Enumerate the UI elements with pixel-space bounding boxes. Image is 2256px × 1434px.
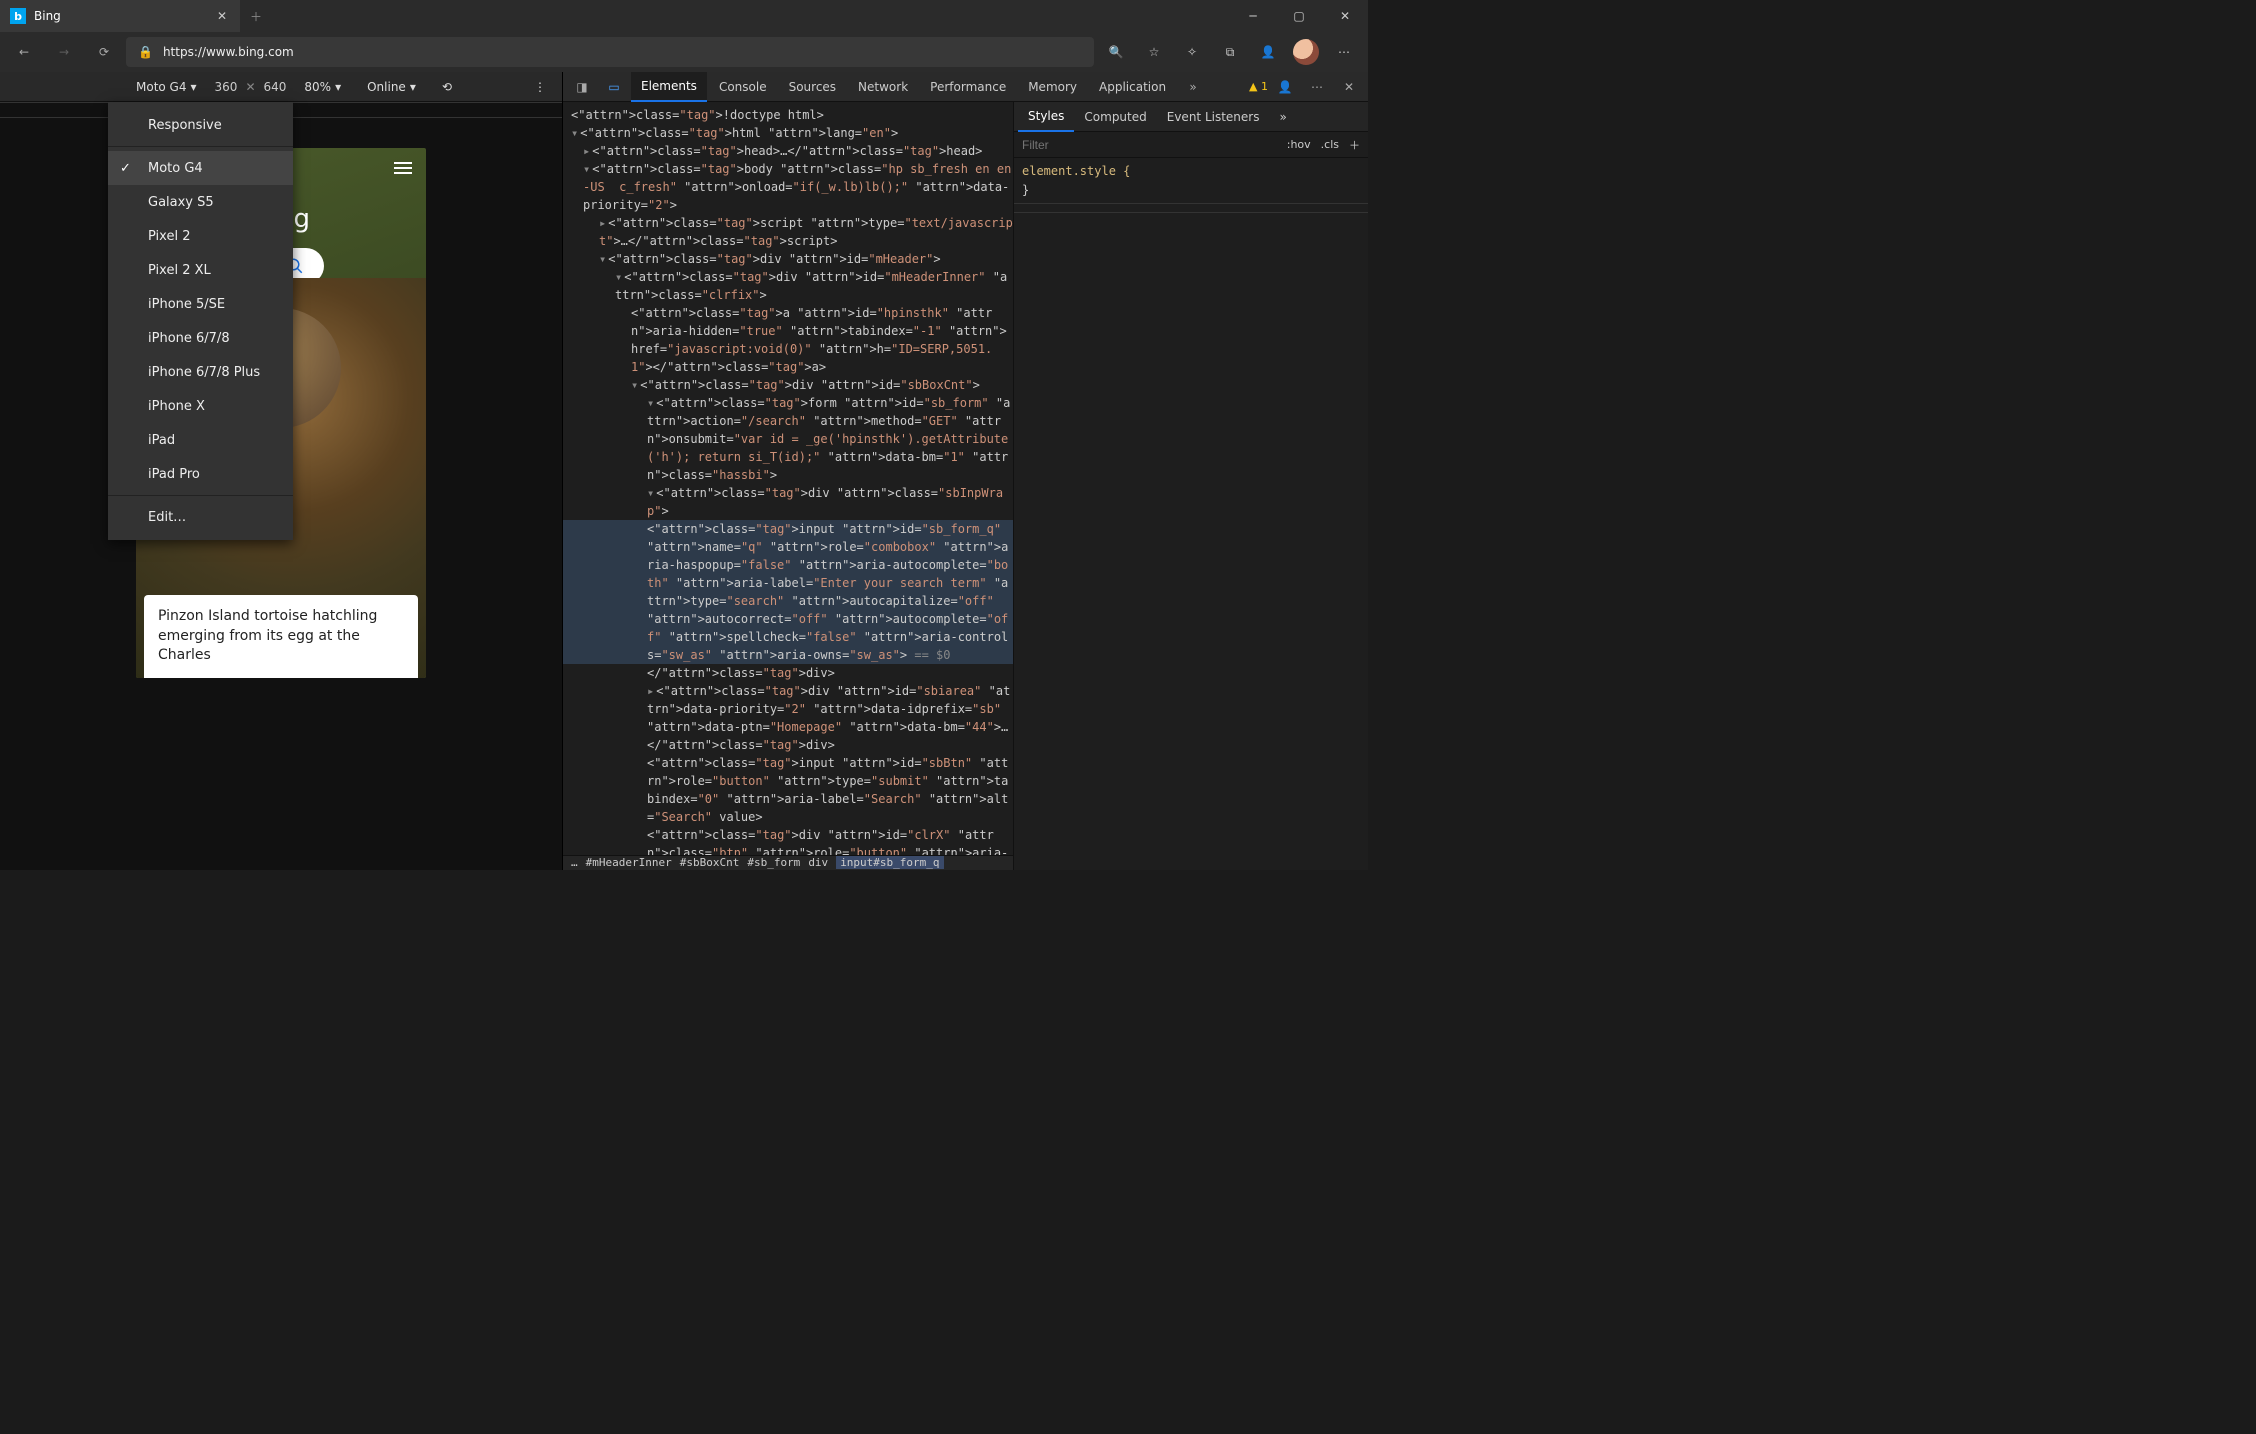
device-toolbar: Moto G4 ▾ 360 ✕ 640 80% ▾ Online ▾ ⟲ ⋮ R… [0,72,562,102]
viewport-width[interactable]: 360 [215,80,238,94]
check-icon: ✓ [120,161,131,176]
styles-tabs: Styles Computed Event Listeners » [1014,102,1368,132]
feedback-icon[interactable]: 👤 [1270,72,1300,102]
device-option-responsive[interactable]: Responsive [108,108,293,142]
device-mode-icon[interactable]: ▭ [599,72,629,102]
hov-toggle[interactable]: :hov [1287,138,1311,151]
window-maximize-icon[interactable]: ▢ [1276,0,1322,32]
device-select[interactable]: Moto G4 ▾ [128,78,205,96]
warnings-badge[interactable]: ▲ 1 [1249,80,1268,93]
cls-toggle[interactable]: .cls [1321,138,1339,151]
tab-title: Bing [34,9,206,23]
devtools-close-icon[interactable]: ✕ [1334,72,1364,102]
new-tab-button[interactable]: ＋ [240,0,272,32]
window-titlebar: b Bing ✕ ＋ ─ ▢ ✕ [0,0,1368,32]
address-bar: ← → ⟳ 🔒 https://www.bing.com 🔍 ☆ ✧ ⧉ 👤 ⋯ [0,32,1368,72]
styles-list[interactable]: element.style {}</span><div><span class=… [1014,158,1368,870]
inspect-icon[interactable]: ◨ [567,72,597,102]
elements-tree[interactable]: <"attrn">class="tag">!doctype html><"att… [563,102,1013,855]
rotate-icon[interactable]: ⟲ [434,78,460,96]
url-input[interactable]: 🔒 https://www.bing.com [126,37,1094,67]
nav-back-icon[interactable]: ← [6,34,42,70]
device-option-iphone-x[interactable]: iPhone X [108,389,293,423]
nav-forward-icon[interactable]: → [46,34,82,70]
tab-console[interactable]: Console [709,72,777,102]
tab-network[interactable]: Network [848,72,918,102]
throttling-select[interactable]: Online ▾ [359,78,424,96]
tab-event-listeners[interactable]: Event Listeners [1157,102,1270,132]
tab-favicon: b [10,8,26,24]
device-option-ipad[interactable]: iPad [108,423,293,457]
tab-elements[interactable]: Elements [631,72,707,102]
device-option-galaxy-s5[interactable]: Galaxy S5 [108,185,293,219]
tab-close-icon[interactable]: ✕ [214,8,230,24]
window-minimize-icon[interactable]: ─ [1230,0,1276,32]
device-option-pixel-2[interactable]: Pixel 2 [108,219,293,253]
reading-icon[interactable]: 👤 [1250,34,1286,70]
collections-icon[interactable]: ⧉ [1212,34,1248,70]
new-style-rule-icon[interactable]: ＋ [1349,137,1360,153]
nav-refresh-icon[interactable]: ⟳ [86,34,122,70]
tab-application[interactable]: Application [1089,72,1176,102]
window-close-icon[interactable]: ✕ [1322,0,1368,32]
more-icon[interactable]: ⋯ [1326,34,1362,70]
lock-icon: 🔒 [138,45,153,59]
device-toolbar-more-icon[interactable]: ⋮ [526,78,554,96]
image-caption: Pinzon Island tortoise hatchling emergin… [144,595,418,678]
tab-performance[interactable]: Performance [920,72,1016,102]
elements-breadcrumb[interactable]: … #mHeaderInner #sbBoxCnt #sb_form div i… [563,855,1013,870]
device-option-pixel-2-xl[interactable]: Pixel 2 XL [108,253,293,287]
device-option-edit[interactable]: Edit… [108,500,293,534]
styles-tabs-more-icon[interactable]: » [1269,102,1296,132]
device-option-iphone-678[interactable]: iPhone 6/7/8 [108,321,293,355]
device-option-moto-g4[interactable]: ✓ Moto G4 [108,151,293,185]
settings-icon[interactable]: ⋯ [1302,72,1332,102]
device-dropdown: Responsive ✓ Moto G4 Galaxy S5 Pixel 2 P… [108,102,293,540]
favorite-icon[interactable]: ☆ [1136,34,1172,70]
viewport-height[interactable]: 640 [264,80,287,94]
devtools-tabs: ◨ ▭ Elements Console Sources Network Per… [563,72,1368,102]
tab-styles[interactable]: Styles [1018,102,1074,132]
zoom-icon[interactable]: 🔍 [1098,34,1134,70]
url-text: https://www.bing.com [163,45,294,59]
favorites-bar-icon[interactable]: ✧ [1174,34,1210,70]
device-option-ipad-pro[interactable]: iPad Pro [108,457,293,491]
styles-filter-input[interactable] [1022,138,1277,152]
tab-memory[interactable]: Memory [1018,72,1087,102]
zoom-select[interactable]: 80% ▾ [296,78,349,96]
tab-computed[interactable]: Computed [1074,102,1156,132]
hamburger-icon[interactable] [394,162,412,174]
tab-sources[interactable]: Sources [779,72,846,102]
device-option-iphone-5-se[interactable]: iPhone 5/SE [108,287,293,321]
profile-avatar[interactable] [1288,34,1324,70]
tabs-more-icon[interactable]: » [1178,72,1208,102]
browser-tab[interactable]: b Bing ✕ [0,0,240,32]
device-option-iphone-678-plus[interactable]: iPhone 6/7/8 Plus [108,355,293,389]
